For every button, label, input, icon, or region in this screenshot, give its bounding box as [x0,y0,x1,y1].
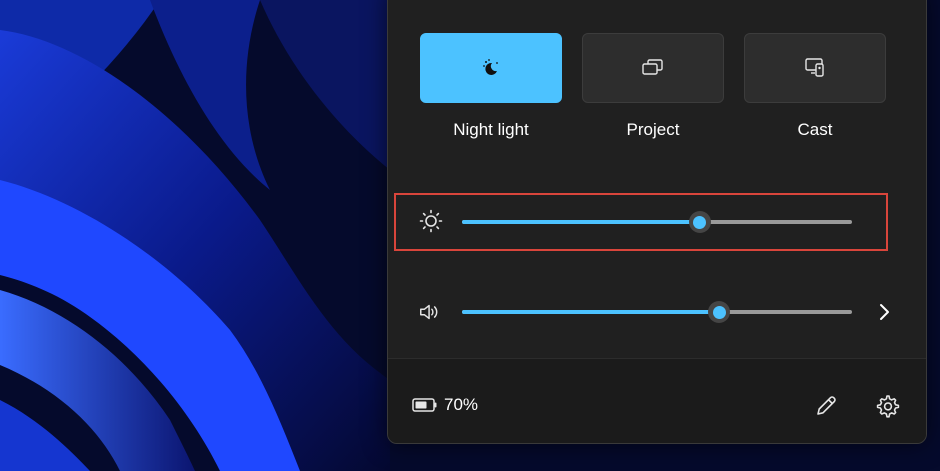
cast-icon [805,58,824,77]
brightness-fill [462,220,700,224]
brightness-thumb[interactable] [688,211,711,233]
battery-icon [412,398,437,412]
cast-label: Cast [797,120,833,139]
edit-icon[interactable] [813,393,839,419]
volume-slider-row [387,292,925,332]
project-tile[interactable] [582,33,724,103]
brightness-icon [419,209,443,233]
project-label: Project [626,120,680,139]
volume-fill [462,310,720,314]
battery-percent: 70% [444,395,479,414]
chevron-right-icon[interactable] [872,300,896,324]
speaker-icon[interactable] [418,300,442,324]
night-light-label: Night light [453,120,529,139]
battery-status[interactable]: 70% [412,395,478,415]
settings-icon[interactable] [874,393,900,419]
volume-thumb[interactable] [708,301,731,323]
brightness-slider-row [387,202,925,242]
project-icon [642,59,663,75]
night-light-icon [483,59,498,75]
brightness-slider[interactable] [462,211,852,233]
volume-slider[interactable] [462,301,852,323]
cast-tile[interactable] [744,33,886,103]
night-light-tile[interactable] [420,33,562,103]
